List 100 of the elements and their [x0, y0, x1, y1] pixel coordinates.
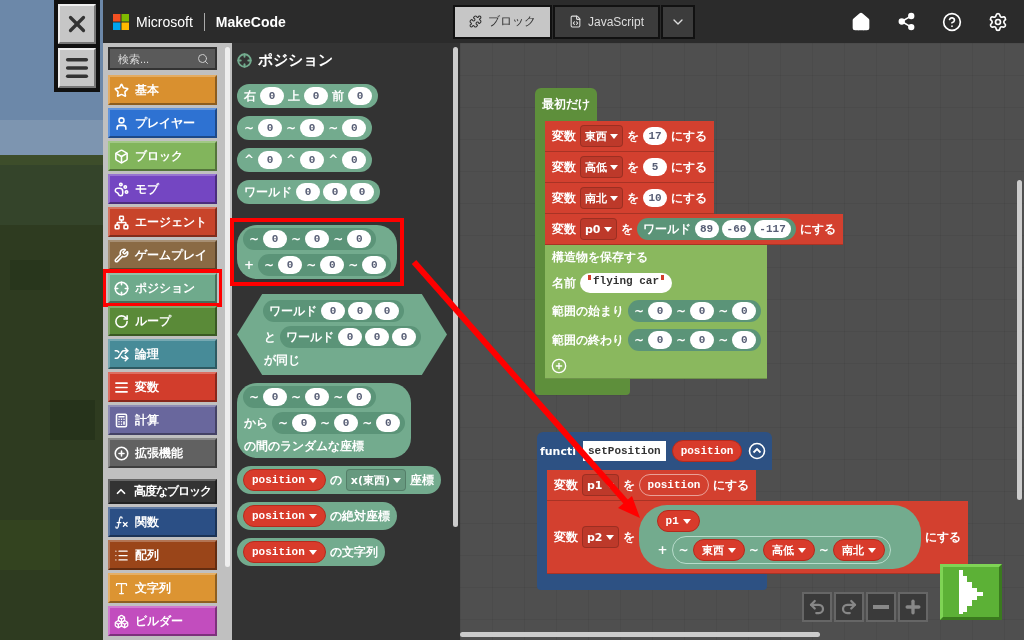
variable-dropdown[interactable]: 高低 [762, 539, 815, 561]
number-field[interactable]: 0 [348, 302, 372, 320]
category-item[interactable]: 拡張機能 [108, 438, 217, 469]
category-item[interactable]: モブ [108, 174, 217, 205]
category-item[interactable]: ゲームプレイ [108, 240, 217, 271]
function-name-field[interactable]: setPosition [583, 441, 666, 461]
variable-dropdown[interactable]: p2 [582, 526, 619, 548]
category-item[interactable]: 計算 [108, 405, 217, 436]
variable-dropdown[interactable]: p0 [580, 218, 617, 240]
number-field[interactable]: 0 [342, 151, 367, 169]
number-field[interactable]: 10 [643, 189, 667, 207]
editor-tab[interactable]: ブロック [453, 4, 552, 39]
category-item[interactable]: プレイヤー [108, 108, 217, 139]
number-field[interactable]: 0 [321, 302, 345, 320]
redo-button[interactable] [834, 592, 864, 622]
menu-button[interactable] [58, 48, 96, 88]
share-button[interactable] [897, 11, 916, 32]
number-field[interactable]: 0 [392, 328, 416, 346]
zoom-in-button[interactable] [898, 592, 928, 622]
set-variable-block[interactable]: 変数 高低 を 5 にする [545, 152, 714, 183]
number-field[interactable]: 0 [305, 230, 330, 248]
variable-dropdown[interactable]: position [243, 469, 326, 491]
position-block[interactable]: position の文字列 [237, 538, 385, 566]
number-field[interactable]: 0 [300, 151, 325, 169]
number-field[interactable]: 0 [375, 302, 399, 320]
position-block[interactable]: ^ 0 ^ 0 ^ 0 [237, 148, 373, 172]
number-field[interactable]: 0 [278, 256, 303, 274]
text-field[interactable]: flying car [580, 273, 672, 293]
number-field[interactable]: 0 [350, 183, 374, 201]
number-field[interactable]: 0 [362, 256, 387, 274]
home-button[interactable] [851, 11, 871, 32]
number-field[interactable]: 0 [690, 302, 715, 320]
position-block[interactable]: ワールド 0 0 0 と ワールド 0 0 0 が同じ [237, 294, 447, 375]
number-field[interactable]: 0 [334, 414, 359, 432]
number-field[interactable]: 0 [690, 331, 715, 349]
category-item[interactable]: エージェント [108, 207, 217, 238]
number-field[interactable]: 0 [732, 331, 757, 349]
number-field[interactable]: 5 [643, 158, 667, 176]
number-field[interactable]: 0 [347, 230, 372, 248]
variable-dropdown[interactable]: 南北 [580, 187, 623, 209]
number-field[interactable]: 17 [643, 127, 667, 145]
help-button[interactable] [942, 11, 962, 32]
function-block[interactable]: functi setPosition position [537, 432, 773, 470]
number-field[interactable]: 0 [648, 331, 673, 349]
category-item[interactable]: 関数 [108, 507, 217, 537]
number-field[interactable]: 0 [292, 414, 317, 432]
category-item[interactable]: 変数 [108, 372, 217, 403]
collapse-icon[interactable] [748, 442, 767, 460]
variable-dropdown[interactable]: position [243, 541, 326, 563]
set-variable-block[interactable]: 変数 東西 を 17 にする [545, 121, 714, 152]
number-field[interactable]: 0 [260, 87, 284, 105]
number-field[interactable]: 0 [263, 388, 288, 406]
number-field[interactable]: 0 [338, 328, 362, 346]
fullscreen-button[interactable] [58, 4, 96, 44]
category-item[interactable]: ビルダー [108, 606, 217, 636]
number-field[interactable]: 0 [323, 183, 347, 201]
number-field[interactable]: 0 [263, 230, 288, 248]
number-field[interactable]: 89 [694, 220, 719, 238]
set-variable-block[interactable]: 変数 南北 を 10 にする [545, 183, 714, 214]
variable-dropdown[interactable]: 東西 [692, 539, 745, 561]
number-field[interactable]: 0 [258, 151, 283, 169]
position-block[interactable]: 右 0 上 0 前 0 [237, 84, 378, 108]
position-block[interactable]: ワールド 0 0 0 [237, 180, 380, 204]
number-field[interactable]: 0 [732, 302, 757, 320]
position-block[interactable]: ~ 0 ~ 0 ~ 0 から ~ 0 ~ 0 ~ 0 の間のランダムな座標 [237, 383, 412, 458]
number-field[interactable]: 0 [376, 414, 401, 432]
position-block[interactable]: ~ 0 ~ 0 ~ 0 [237, 116, 373, 140]
number-field[interactable]: -117 [754, 220, 791, 238]
advanced-toggle[interactable]: 高度なブロック [108, 479, 217, 504]
set-variable-block[interactable]: 変数 p0 を ワールド 89 -60 -117 にする [545, 214, 843, 245]
number-field[interactable]: 0 [258, 119, 283, 137]
run-button[interactable] [940, 564, 1002, 620]
dropdown-button[interactable] [661, 4, 696, 39]
variable-dropdown[interactable]: 高低 [580, 156, 623, 178]
category-item[interactable]: ループ [108, 306, 217, 337]
number-field[interactable]: 0 [296, 183, 320, 201]
save-structure-block[interactable]: 構造物を保存する 名前 flying car 範囲の始まり ~ 0 ~ 0 ~ 0 範囲の終わり ~ 0 ~ 0 ~ 0 [545, 245, 768, 379]
number-field[interactable]: 0 [648, 302, 673, 320]
set-variable-block[interactable]: 変数 p2 を p1 + ~ 東西 ~ 高低 ~ 南北 にする [547, 501, 968, 574]
zoom-out-button[interactable] [866, 592, 896, 622]
position-block[interactable]: ~ 0 ~ 0 ~ 0 + ~ 0 ~ 0 ~ 0 [237, 225, 398, 279]
search-field[interactable]: 検索... [108, 47, 217, 71]
number-field[interactable]: 0 [304, 87, 328, 105]
editor-tab[interactable]: JavaScript [553, 4, 661, 39]
number-field[interactable]: 0 [348, 87, 372, 105]
number-field[interactable]: 0 [305, 388, 330, 406]
number-field[interactable]: 0 [300, 119, 325, 137]
search-field[interactable]: 検索... [116, 51, 197, 66]
variable-dropdown[interactable]: p1 [656, 510, 700, 532]
on-start-block[interactable]: 最初だけ [535, 88, 597, 121]
number-field[interactable]: 0 [342, 119, 367, 137]
variable-dropdown[interactable]: position [243, 505, 326, 527]
number-field[interactable]: 0 [347, 388, 372, 406]
number-field[interactable]: 0 [320, 256, 345, 274]
variable-dropdown[interactable]: 南北 [832, 539, 885, 561]
settings-button[interactable] [988, 11, 1008, 32]
category-item[interactable]: 配列 [108, 540, 217, 570]
position-block[interactable]: position の絶対座標 [237, 502, 397, 530]
category-item[interactable]: 論理 [108, 339, 217, 370]
undo-button[interactable] [802, 592, 832, 622]
